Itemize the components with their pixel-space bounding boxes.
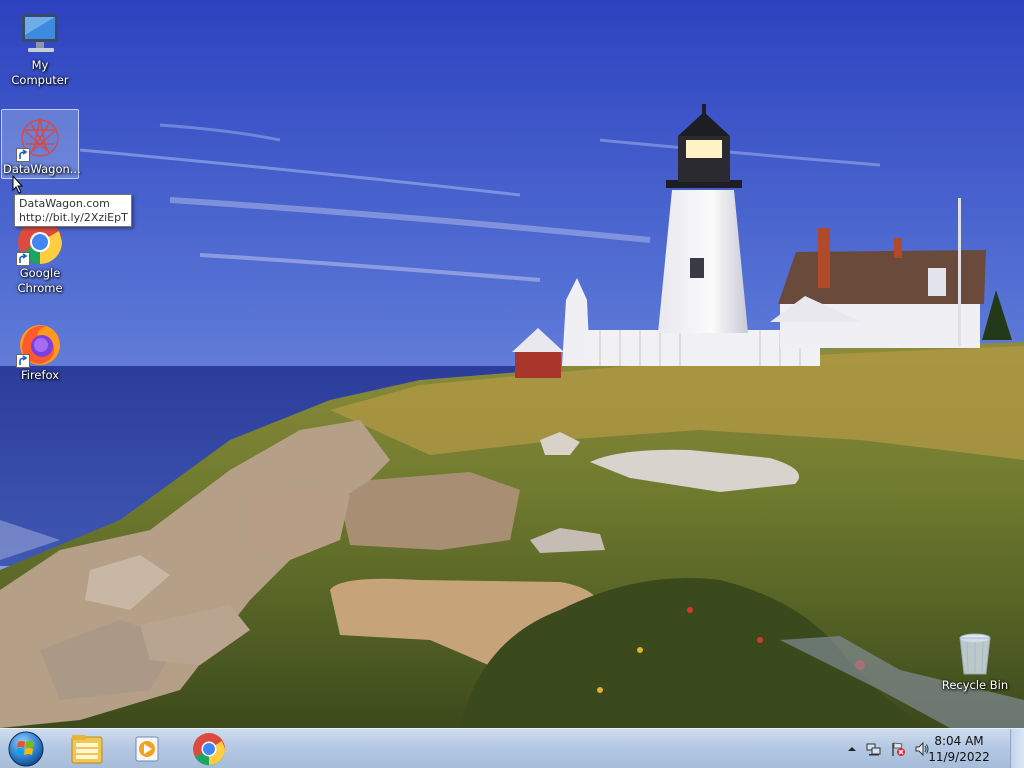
shortcut-tooltip: DataWagon.com http://bit.ly/2XziEpT xyxy=(14,194,132,227)
desktop[interactable]: My Computer DataWagon... Google Chrome F… xyxy=(0,0,1024,728)
network-icon[interactable] xyxy=(866,741,882,757)
recycle-bin-desktop-icon[interactable]: Recycle Bin xyxy=(936,626,1014,698)
tooltip-url: http://bit.ly/2XziEpT xyxy=(19,211,128,224)
recycle-bin-label: Recycle Bin xyxy=(941,678,1009,692)
taskbar-explorer-button[interactable] xyxy=(66,731,108,767)
clock-time: 8:04 AM xyxy=(934,734,984,748)
firefox-desktop-icon[interactable]: Firefox xyxy=(1,316,79,386)
taskbar-chrome-button[interactable] xyxy=(188,731,230,767)
google-chrome-icon xyxy=(193,733,225,766)
firefox-icon xyxy=(16,320,64,368)
shortcut-arrow-icon xyxy=(16,148,30,162)
windows-start-orb-icon xyxy=(8,731,44,767)
recycle-bin-icon xyxy=(951,630,999,678)
my-computer-desktop-icon[interactable]: My Computer xyxy=(1,6,79,87)
google-chrome-label: Google Chrome xyxy=(17,266,63,295)
tooltip-title: DataWagon.com xyxy=(19,197,110,210)
show-desktop-button[interactable] xyxy=(1010,729,1024,768)
firefox-label: Firefox xyxy=(20,368,60,382)
clock-date: 11/9/2022 xyxy=(928,750,990,764)
taskbar-media-player-button[interactable] xyxy=(126,731,168,767)
wallpaper-image xyxy=(0,0,1024,728)
action-center-flag-icon[interactable] xyxy=(890,741,906,757)
shortcut-arrow-icon xyxy=(16,354,30,368)
my-computer-label: My Computer xyxy=(11,58,69,87)
computer-icon xyxy=(16,10,64,58)
taskbar: 8:04 AM 11/9/2022 xyxy=(0,728,1024,768)
mouse-cursor-icon xyxy=(12,175,24,194)
show-hidden-icons-chevron[interactable] xyxy=(844,741,860,757)
windows-explorer-icon xyxy=(71,735,103,764)
media-player-icon xyxy=(135,736,159,762)
taskbar-clock[interactable]: 8:04 AM 11/9/2022 xyxy=(924,733,994,765)
datawagon-shortcut-desktop-icon[interactable]: DataWagon... xyxy=(1,109,81,179)
shortcut-arrow-icon xyxy=(16,252,30,266)
datawagon-logo-icon xyxy=(16,114,64,162)
start-button[interactable] xyxy=(4,730,44,768)
